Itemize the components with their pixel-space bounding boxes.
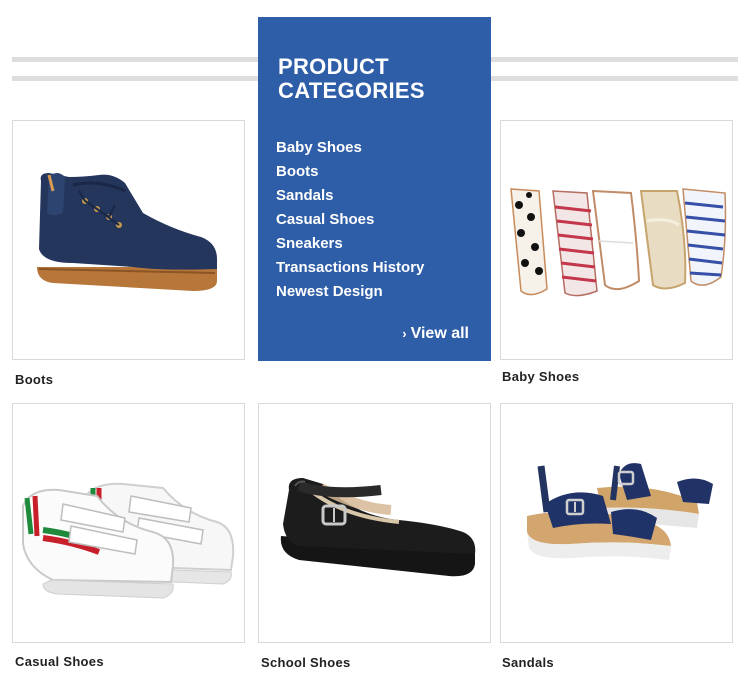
tile-caption-sandals[interactable]: Sandals — [502, 655, 554, 670]
header-rule-left-top — [12, 57, 258, 62]
panel-title: PRODUCT CATEGORIES — [278, 55, 425, 103]
tile-caption-boots[interactable]: Boots — [15, 372, 53, 387]
product-tile-sandals[interactable] — [500, 403, 733, 643]
mary-jane-shoe-image — [280, 478, 476, 577]
panel-title-line2: CATEGORIES — [278, 78, 425, 103]
product-tile-boots[interactable] — [12, 120, 245, 360]
product-tile-school-shoes[interactable] — [258, 403, 491, 643]
category-link-boots[interactable]: Boots — [276, 160, 424, 184]
tile-caption-casual-shoes[interactable]: Casual Shoes — [15, 654, 104, 669]
product-categories-panel: PRODUCT CATEGORIES Baby Shoes Boots Sand… — [258, 17, 491, 361]
category-link-transactions-history[interactable]: Transactions History — [276, 256, 424, 280]
view-all-label: View all — [410, 325, 469, 342]
view-all-link[interactable]: › View all — [402, 325, 469, 343]
header-rule-right-bottom — [491, 76, 738, 81]
panel-title-line1: PRODUCT — [278, 54, 389, 79]
product-tile-baby-shoes[interactable] — [500, 120, 733, 360]
category-link-casual-shoes[interactable]: Casual Shoes — [276, 208, 424, 232]
boot-image — [37, 173, 217, 291]
sneakers-image — [22, 482, 235, 599]
category-link-newest-design[interactable]: Newest Design — [276, 280, 424, 304]
tile-caption-baby-shoes[interactable]: Baby Shoes — [502, 369, 579, 384]
category-link-sandals[interactable]: Sandals — [276, 184, 424, 208]
tile-caption-school-shoes[interactable]: School Shoes — [261, 655, 351, 670]
category-list: Baby Shoes Boots Sandals Casual Shoes Sn… — [276, 136, 424, 304]
sandals-image — [527, 463, 713, 560]
product-tile-casual-shoes[interactable] — [12, 403, 245, 643]
chevron-right-icon: › — [402, 326, 407, 341]
category-link-sneakers[interactable]: Sneakers — [276, 232, 424, 256]
header-rule-left-bottom — [12, 76, 258, 81]
baby-shoes-image — [510, 188, 727, 297]
category-link-baby-shoes[interactable]: Baby Shoes — [276, 136, 424, 160]
header-rule-right-top — [491, 57, 738, 62]
